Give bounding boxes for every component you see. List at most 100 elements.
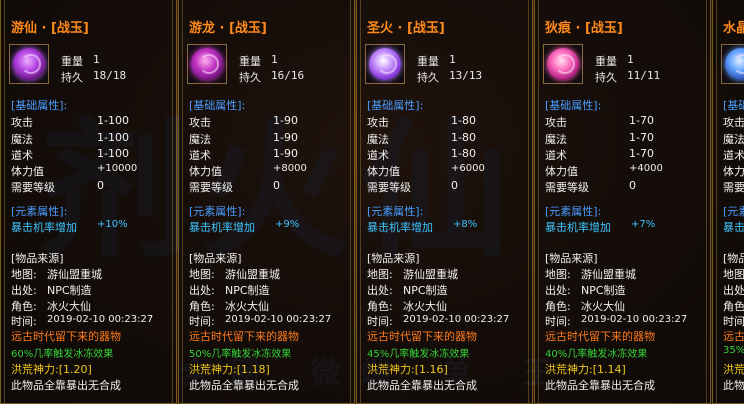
attack-label: 攻击 [189,116,211,129]
role-label: 角色: [189,300,215,313]
crit-value: +9% [275,219,300,230]
weight-value: 1 [93,53,100,66]
origin-label: 出处: [545,284,571,297]
crit-label: 暴击机率增加 [545,221,611,234]
magic-label: 魔法 [189,133,211,146]
time-value: 2019-02-10 00:23:27 [581,314,688,325]
map-label: 地图: [367,268,393,281]
hp-value: +10000 [97,163,138,174]
crit-value: +8% [453,219,478,230]
crit-label: 暴击机率增加 [189,221,255,234]
durability-label: 持久 [417,71,439,84]
weight-value: 1 [627,53,634,66]
freeze-effect: 45%几率触发冰冻效果 [367,349,470,360]
item-tooltip-card: 狄痕 · [战玉] 重量 1 持久 11/11 [基础属性]: 攻击 1-70 魔… [534,0,711,404]
item-tooltip-card: 圣火 · [战玉] 重量 1 持久 13/13 [基础属性]: 攻击 1-80 魔… [356,0,533,404]
crit-label: 暴击机率增加 [11,221,77,234]
element-attributes-header: [元素属性]: [545,205,602,218]
origin-label: 出处: [367,284,393,297]
level-req-label: 需要等级 [723,181,744,194]
freeze-effect: 60%几率触发冰冻效果 [11,349,114,360]
taoism-label: 道术 [367,149,389,162]
attack-value: 1-80 [451,114,476,127]
base-attributes-header: [基础属性]: [189,99,246,112]
origin-value: NPC制造 [47,284,92,297]
purple-dragon-orb-icon [187,44,227,84]
item-title: 狄痕 · [战玉] [545,21,623,36]
crit-label: 暴击机率增加 [367,221,433,234]
primal-power: 洪荒神力:[1.20] [11,363,92,376]
role-label: 角色: [545,300,571,313]
item-title: 水晶 · [战玉] [723,21,744,36]
ancient-note: 远古时代留下来的器物 [189,330,299,343]
magic-label: 魔法 [11,133,33,146]
base-attributes-header: [基础属性]: [367,99,424,112]
weight-label: 重量 [61,55,83,68]
weight-value: 1 [271,53,278,66]
map-value: 游仙盟重城 [403,268,458,281]
taoism-label: 道术 [545,149,567,162]
source-header: [物品来源] [723,252,744,265]
drop-note: 此物品全靠暴出无合成 [189,379,299,392]
time-label: 时间: [189,315,215,328]
element-attributes-header: [元素属性]: [723,205,744,218]
item-tooltip-card-partial: 水晶 · [战玉] [基础属性]: 攻击 魔法 道术 体力值 需要等级 [元素属… [712,0,744,404]
role-value: 冰火大仙 [225,300,269,313]
durability-label: 持久 [595,71,617,84]
magic-value: 1-70 [629,131,654,144]
time-label: 时间: [11,315,37,328]
primal-power: 洪荒神力:[1.14] [545,363,626,376]
primal-power: 洪荒神力:[1.16] [367,363,448,376]
weight-value: 1 [449,53,456,66]
freeze-effect: 35% [723,345,744,356]
magic-value: 1-80 [451,131,476,144]
purple-swirl-orb-icon [9,44,49,84]
level-req-label: 需要等级 [367,181,411,194]
base-attributes-header: [基础属性]: [723,99,744,112]
primal-power-label: 洪荒 [723,363,744,376]
source-header: [物品来源] [11,252,64,265]
element-attributes-header: [元素属性]: [367,205,424,218]
time-label: 时间: [545,315,571,328]
taoism-label: 道术 [11,149,33,162]
magic-label: 魔法 [367,133,389,146]
source-header: [物品来源] [545,252,598,265]
durability-label: 持久 [239,71,261,84]
freeze-effect: 50%几率触发冰冻效果 [189,349,292,360]
durability-label: 持久 [61,71,83,84]
magic-label: 魔法 [723,133,744,146]
source-header: [物品来源] [367,252,420,265]
drop-note: 此物品全靠暴出无合成 [11,379,121,392]
item-title: 圣火 · [战玉] [367,21,445,36]
hp-value: +8000 [273,163,307,174]
durability-value: 16/16 [271,69,305,82]
hp-value: +6000 [451,163,485,174]
role-label: 角色: [11,300,37,313]
map-label: 地图: [189,268,215,281]
map-value: 游仙盟重城 [47,268,102,281]
element-attributes-header: [元素属性]: [189,205,246,218]
role-label: 角色: [367,300,393,313]
durability-value: 18/18 [93,69,127,82]
item-tooltip-card: 游仙 · [战玉] 重量 1 持久 18/18 [基础属性]: 攻击 1-100 … [0,0,177,404]
attack-label: 攻击 [545,116,567,129]
attack-value: 1-70 [629,114,654,127]
taoism-value: 1-80 [451,147,476,160]
item-tooltip-card: 游龙 · [战玉] 重量 1 持久 16/16 [基础属性]: 攻击 1-90 魔… [178,0,355,404]
origin-value: NPC制造 [225,284,270,297]
taoism-value: 1-70 [629,147,654,160]
time-value: 2019-02-10 00:23:27 [225,314,332,325]
magic-label: 魔法 [545,133,567,146]
drop-note: 此物品全靠暴出无合成 [367,379,477,392]
map-label: 地图: [723,268,744,281]
attack-label: 攻击 [11,116,33,129]
weight-label: 重量 [417,55,439,68]
element-attributes-header: [元素属性]: [11,205,68,218]
taoism-value: 1-90 [273,147,298,160]
attack-label: 攻击 [367,116,389,129]
blue-orb-icon [721,44,744,84]
item-title: 游仙 · [战玉] [11,21,89,36]
ancient-note: 远古时代留下来的器物 [11,330,121,343]
taoism-label: 道术 [723,149,744,162]
level-req-label: 需要等级 [545,181,589,194]
